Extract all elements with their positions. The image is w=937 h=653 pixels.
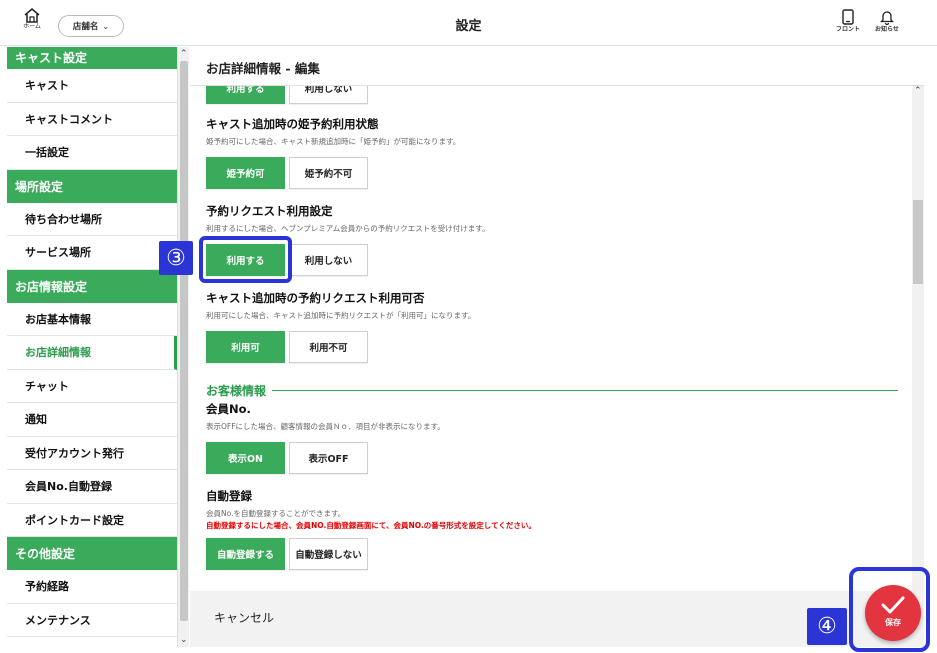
- tablet-icon: [842, 9, 854, 25]
- sidebar-section-cast[interactable]: キャスト設定: [7, 47, 177, 69]
- settings-form: 利用する 利用しない キャスト追加時の姫予約利用状態 姫予約可にした場合、キャス…: [190, 86, 912, 591]
- field-hime-reservation: キャスト追加時の姫予約利用状態 姫予約可にした場合、キャスト新規追加時に「姫予約…: [206, 116, 460, 189]
- notice-label: お知らせ: [875, 26, 899, 33]
- panel-title: お店詳細情報 - 編集: [190, 50, 924, 86]
- bell-icon: [880, 11, 894, 25]
- sidebar: キャスト設定 キャスト キャストコメント 一括設定 場所設定 待ち合わせ場所 サ…: [7, 47, 177, 647]
- field-description: 姫予約可にした場合、キャスト新規追加時に「姫予約」が可能になります。: [206, 137, 461, 146]
- sidebar-item-maintenance[interactable]: メンテナンス: [7, 603, 177, 637]
- step-3-badge: ③: [159, 241, 193, 275]
- field-member-no: 会員No. 表示OFFにした場合、顧客情報の会員Ｎｏ．項目が非表示になります。 …: [206, 401, 445, 474]
- sidebar-item-cast-comment[interactable]: キャストコメント: [7, 102, 177, 136]
- section-divider: [272, 390, 898, 391]
- field-description: 利用可にした場合、キャスト追加時に予約リクエストが「利用可」になります。: [206, 311, 476, 320]
- sidebar-section-store-info[interactable]: お店情報設定: [7, 269, 177, 303]
- display-off-button[interactable]: 表示OFF: [289, 442, 368, 474]
- sidebar-item-reservation-route[interactable]: 予約経路: [7, 570, 177, 604]
- display-on-button[interactable]: 表示ON: [206, 442, 285, 474]
- customer-info-section-header: お客様情報: [206, 382, 898, 399]
- sidebar-section-other[interactable]: その他設定: [7, 537, 177, 570]
- partial-not-use-button[interactable]: 利用しない: [289, 86, 368, 104]
- sidebar-item-bulk-settings[interactable]: 一括設定: [7, 136, 177, 170]
- content-scrollbar[interactable]: ⌃: [912, 86, 924, 591]
- check-icon: [881, 596, 905, 614]
- field-description: 利用するにした場合、ヘブンプレミアム会員からの予約リクエストを受け付けます。: [206, 224, 490, 233]
- sidebar-item-point-card[interactable]: ポイントカード設定: [7, 503, 177, 537]
- top-header: ホーム 店舗名 ⌄ 設定 フロント お知らせ: [0, 0, 937, 46]
- hime-allowed-button[interactable]: 姫予約可: [206, 157, 285, 189]
- home-button[interactable]: ホーム: [18, 8, 46, 31]
- sidebar-item-member-auto-register[interactable]: 会員No.自動登録: [7, 470, 177, 504]
- field-description: 表示OFFにした場合、顧客情報の会員Ｎｏ．項目が非表示になります。: [206, 422, 445, 431]
- store-select-value: 店舗名: [72, 22, 99, 32]
- field-description: 会員No.を自動登録することができます。: [206, 509, 346, 518]
- field-partial: 利用する 利用しない: [206, 86, 368, 104]
- sidebar-item-reception-account[interactable]: 受付アカウント発行: [7, 436, 177, 470]
- sidebar-section-place[interactable]: 場所設定: [7, 169, 177, 203]
- field-title: 会員No.: [206, 402, 251, 416]
- chevron-down-icon: ⌄: [102, 21, 110, 31]
- scroll-up-arrow-icon[interactable]: ⌃: [180, 49, 188, 59]
- field-auto-register: 自動登録 会員No.を自動登録することができます。 自動登録するにした場合、会員…: [206, 488, 536, 570]
- sidebar-item-service-place[interactable]: サービス場所: [7, 236, 177, 270]
- field-title: 自動登録: [206, 489, 252, 503]
- home-label: ホーム: [23, 23, 41, 30]
- page-title: 設定: [455, 19, 482, 34]
- field-cast-request: キャスト追加時の予約リクエスト利用可否 利用可にした場合、キャスト追加時に予約リ…: [206, 290, 475, 363]
- partial-use-button[interactable]: 利用する: [206, 86, 285, 104]
- save-button[interactable]: 保存: [865, 585, 921, 641]
- auto-register-on-button[interactable]: 自動登録する: [206, 538, 285, 570]
- store-select[interactable]: 店舗名 ⌄: [58, 15, 124, 37]
- sidebar-scroll-thumb[interactable]: [180, 61, 188, 621]
- request-not-use-button[interactable]: 利用しない: [289, 244, 368, 276]
- field-warning: 自動登録するにした場合、会員NO.自動登録画面にて、会員NO.の番号形式を設定し…: [206, 521, 536, 530]
- sidebar-item-store-detail[interactable]: お店詳細情報: [7, 336, 177, 370]
- front-label: フロント: [835, 26, 860, 33]
- front-button[interactable]: フロント: [832, 9, 864, 34]
- field-title: キャスト追加時の姫予約利用状態: [206, 117, 379, 131]
- cast-request-not-allowed-button[interactable]: 利用不可: [289, 331, 368, 363]
- step-3-highlight: [199, 236, 292, 283]
- auto-register-off-button[interactable]: 自動登録しない: [289, 538, 368, 570]
- sidebar-item-cast[interactable]: キャスト: [7, 69, 177, 103]
- sidebar-item-notification[interactable]: 通知: [7, 403, 177, 437]
- home-icon: [24, 8, 40, 23]
- cast-request-allowed-button[interactable]: 利用可: [206, 331, 285, 363]
- notice-button[interactable]: お知らせ: [871, 9, 903, 34]
- field-title: キャスト追加時の予約リクエスト利用可否: [206, 291, 425, 305]
- section-label: お客様情報: [206, 384, 267, 398]
- save-label: 保存: [885, 618, 901, 627]
- scroll-down-arrow-icon[interactable]: ⌄: [180, 635, 188, 645]
- sidebar-scrollbar[interactable]: ⌃ ⌄: [177, 47, 189, 647]
- sidebar-item-chat[interactable]: チャット: [7, 369, 177, 403]
- cancel-button[interactable]: キャンセル: [214, 609, 274, 626]
- field-title: 予約リクエスト利用設定: [206, 204, 333, 218]
- scroll-up-arrow-icon[interactable]: ⌃: [914, 86, 922, 96]
- sidebar-item-store-basic[interactable]: お店基本情報: [7, 302, 177, 336]
- hime-not-allowed-button[interactable]: 姫予約不可: [289, 157, 368, 189]
- sidebar-item-meeting-place[interactable]: 待ち合わせ場所: [7, 202, 177, 236]
- content-scroll-thumb[interactable]: [913, 200, 923, 284]
- step-4-badge: ④: [807, 608, 847, 645]
